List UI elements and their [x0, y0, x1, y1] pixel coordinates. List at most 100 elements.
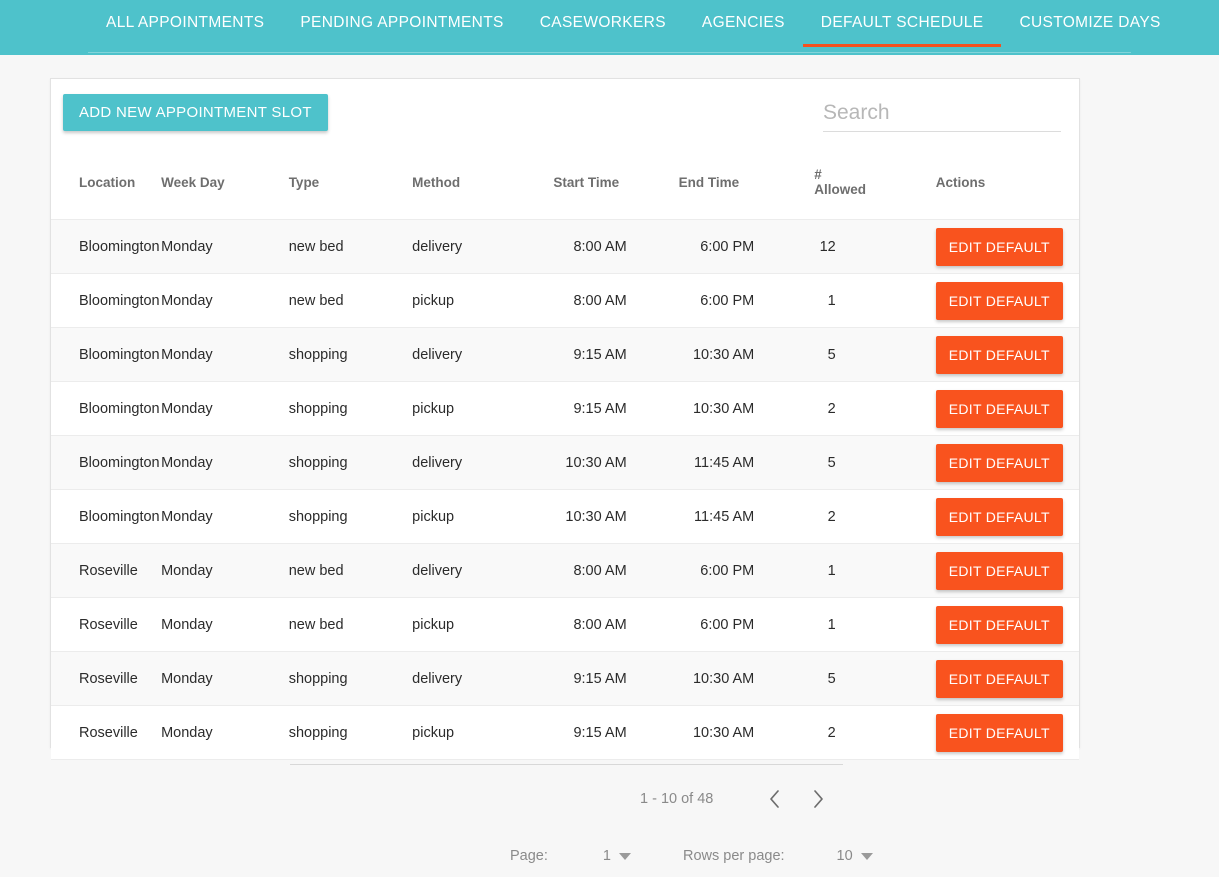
edit-default-button[interactable]: EDIT DEFAULT [935, 605, 1063, 644]
cell-location: Bloomington [51, 489, 162, 544]
schedule-table: Location Week Day Type Method Start Time… [51, 167, 1079, 760]
cell-actions: EDIT DEFAULT [893, 705, 1079, 760]
footer-controls: Page: 1 Rows per page: 10 [510, 848, 873, 864]
cell-location: Roseville [51, 543, 162, 598]
rows-per-page-selector[interactable]: 10 [837, 848, 873, 864]
cell-allowed: 5 [770, 435, 894, 490]
tab-label: CUSTOMIZE DAYS [1019, 14, 1161, 31]
cell-week-day: Monday [161, 597, 289, 652]
add-new-appointment-slot-button[interactable]: ADD NEW APPOINTMENT SLOT [63, 94, 328, 131]
cell-type: new bed [288, 273, 413, 328]
cell-method: pickup [412, 705, 528, 760]
tab-underline [282, 44, 521, 47]
cell-method: delivery [412, 327, 528, 382]
cell-start-time: 8:00 AM [527, 273, 643, 328]
search-input[interactable] [823, 101, 1061, 132]
tab-pending-appointments[interactable]: PENDING APPOINTMENTS [282, 0, 521, 47]
cell-allowed: 12 [770, 219, 894, 274]
table-row[interactable]: Roseville Monday shopping delivery 9:15 … [51, 651, 1079, 706]
table-header: Location Week Day Type Method Start Time… [51, 167, 1079, 220]
tab-underline [522, 44, 684, 47]
cell-method: pickup [412, 597, 528, 652]
cell-type: shopping [288, 489, 413, 544]
table-row[interactable]: Bloomington Monday new bed delivery 8:00… [51, 219, 1079, 274]
cell-week-day: Monday [161, 273, 289, 328]
chevron-right-icon[interactable] [803, 784, 833, 814]
cell-location: Bloomington [51, 273, 162, 328]
cell-start-time: 9:15 AM [527, 381, 643, 436]
column-header-end-time[interactable]: End Time [643, 167, 771, 220]
cell-end-time: 10:30 AM [642, 327, 771, 382]
column-header-allowed[interactable]: # Allowed [770, 167, 893, 220]
table-row[interactable]: Bloomington Monday shopping pickup 9:15 … [51, 381, 1079, 436]
pagination-range-text: 1 - 10 of 48 [640, 791, 714, 807]
cell-method: delivery [412, 543, 528, 598]
cell-type: new bed [288, 219, 413, 274]
cell-type: shopping [288, 435, 413, 490]
tab-agencies[interactable]: AGENCIES [684, 0, 803, 47]
cell-actions: EDIT DEFAULT [893, 219, 1079, 274]
cell-end-time: 10:30 AM [642, 705, 771, 760]
table-row[interactable]: Roseville Monday new bed delivery 8:00 A… [51, 543, 1079, 598]
cell-location: Bloomington [51, 327, 162, 382]
cell-start-time: 9:15 AM [527, 327, 643, 382]
table-row[interactable]: Bloomington Monday new bed pickup 8:00 A… [51, 273, 1079, 328]
edit-default-button[interactable]: EDIT DEFAULT [935, 443, 1063, 482]
pagination-controls: 1 - 10 of 48 [640, 784, 833, 814]
cell-method: pickup [412, 273, 528, 328]
cell-location: Roseville [51, 705, 162, 760]
tab-caseworkers[interactable]: CASEWORKERS [522, 0, 684, 47]
table-row[interactable]: Bloomington Monday shopping delivery 9:1… [51, 327, 1079, 382]
table-body: Bloomington Monday new bed delivery 8:00… [51, 219, 1079, 760]
search-field-wrapper [823, 101, 1061, 132]
edit-default-button[interactable]: EDIT DEFAULT [935, 227, 1063, 266]
column-header-type[interactable]: Type [289, 167, 412, 220]
table-row[interactable]: Bloomington Monday shopping delivery 10:… [51, 435, 1079, 490]
tab-all-appointments[interactable]: ALL APPOINTMENTS [88, 0, 282, 47]
edit-default-button[interactable]: EDIT DEFAULT [935, 551, 1063, 590]
cell-week-day: Monday [161, 651, 289, 706]
edit-default-button[interactable]: EDIT DEFAULT [935, 389, 1063, 428]
default-schedule-table: Location Week Day Type Method Start Time… [51, 167, 1079, 760]
cell-start-time: 10:30 AM [527, 489, 643, 544]
cell-start-time: 10:30 AM [527, 435, 643, 490]
edit-default-button[interactable]: EDIT DEFAULT [935, 497, 1063, 536]
table-row[interactable]: Roseville Monday new bed pickup 8:00 AM … [51, 597, 1079, 652]
column-header-week-day[interactable]: Week Day [161, 167, 289, 220]
column-header-method[interactable]: Method [412, 167, 527, 220]
tab-list: ALL APPOINTMENTS PENDING APPOINTMENTS CA… [88, 0, 1179, 55]
cell-actions: EDIT DEFAULT [893, 327, 1079, 382]
table-row[interactable]: Bloomington Monday shopping pickup 10:30… [51, 489, 1079, 544]
cell-method: delivery [412, 651, 528, 706]
table-row[interactable]: Roseville Monday shopping pickup 9:15 AM… [51, 705, 1079, 760]
cell-method: delivery [412, 219, 528, 274]
cell-actions: EDIT DEFAULT [893, 597, 1079, 652]
cell-week-day: Monday [161, 489, 289, 544]
edit-default-button[interactable]: EDIT DEFAULT [935, 713, 1063, 752]
tab-default-schedule[interactable]: DEFAULT SCHEDULE [802, 0, 1002, 47]
cell-actions: EDIT DEFAULT [893, 273, 1079, 328]
column-header-location[interactable]: Location [51, 167, 161, 220]
cell-actions: EDIT DEFAULT [893, 543, 1079, 598]
edit-default-button[interactable]: EDIT DEFAULT [935, 335, 1063, 374]
cell-method: pickup [412, 381, 528, 436]
page-selector[interactable]: 1 [603, 848, 631, 864]
cell-week-day: Monday [161, 543, 289, 598]
chevron-left-icon[interactable] [759, 784, 789, 814]
edit-default-button[interactable]: EDIT DEFAULT [935, 659, 1063, 698]
cell-allowed: 1 [770, 597, 894, 652]
cell-end-time: 6:00 PM [642, 273, 771, 328]
tab-underline [88, 44, 282, 47]
cell-allowed: 5 [770, 327, 894, 382]
tab-customize-days[interactable]: CUSTOMIZE DAYS [1001, 0, 1178, 47]
cell-allowed: 2 [770, 705, 894, 760]
cell-type: shopping [288, 327, 413, 382]
cell-location: Bloomington [51, 381, 162, 436]
chevron-down-icon [618, 852, 631, 860]
tab-label: CASEWORKERS [539, 14, 666, 31]
cell-end-time: 10:30 AM [642, 381, 771, 436]
cell-allowed: 5 [770, 651, 894, 706]
column-header-start-time[interactable]: Start Time [527, 167, 642, 220]
cell-week-day: Monday [161, 219, 289, 274]
edit-default-button[interactable]: EDIT DEFAULT [935, 281, 1063, 320]
